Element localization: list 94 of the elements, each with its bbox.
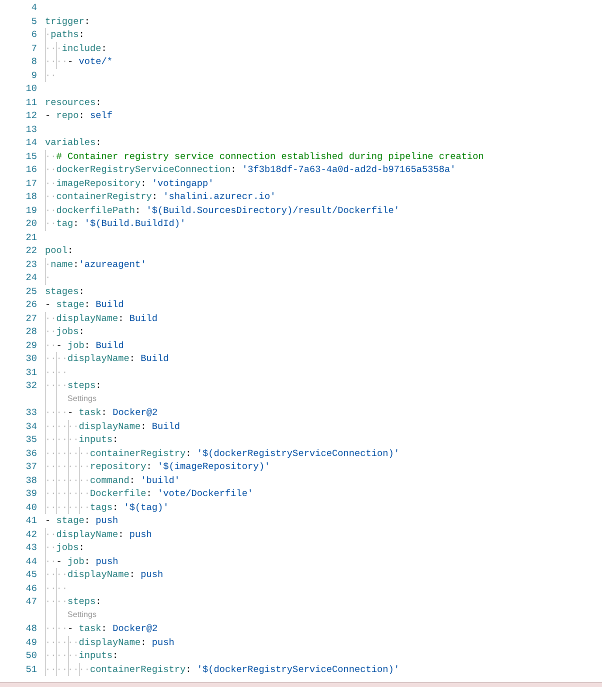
line-number: 40 — [24, 500, 37, 514]
line-number: 49 — [24, 636, 37, 649]
line-number: 17 — [24, 176, 37, 190]
line-number: 20 — [24, 217, 37, 230]
code-line: ··displayName: Build — [45, 312, 158, 325]
code-line: ··- job: push — [45, 554, 118, 568]
line-number: 51 — [24, 662, 37, 676]
line-number: 33 — [24, 406, 37, 420]
line-number: 12 — [24, 109, 37, 122]
line-number: 27 — [24, 312, 37, 325]
line-number: 23 — [24, 258, 37, 271]
line-number: 46 — [24, 582, 37, 595]
line-number: 5 — [30, 14, 37, 28]
code-line: ···· — [45, 366, 68, 379]
code-line: ····- task: Docker@2 — [45, 622, 158, 636]
line-number: 50 — [24, 649, 37, 662]
code-line: ····steps: — [45, 595, 102, 608]
line-number: 26 — [24, 298, 37, 312]
code-line: ····displayName: Build — [45, 352, 169, 366]
line-number: 47 — [24, 595, 37, 608]
line-number: 48 — [24, 622, 37, 636]
code-line: resources: — [45, 96, 102, 109]
line-number: 9 — [30, 68, 37, 82]
settings-link[interactable]: Settings — [68, 394, 96, 404]
line-number: 32 — [24, 379, 37, 392]
code-line: · — [45, 271, 51, 284]
line-number: 11 — [24, 96, 37, 109]
code-line: ······displayName: push — [45, 636, 174, 649]
code-line: ····displayName: push — [45, 568, 164, 582]
code-line: ··jobs: — [45, 541, 84, 554]
line-number: 45 — [24, 568, 37, 582]
line-number: 44 — [24, 554, 37, 568]
code-line: ·name:'azureagent' — [45, 258, 146, 271]
line-number: 30 — [24, 352, 37, 366]
line-number: 41 — [24, 514, 37, 528]
code-line: ··dockerRegistryServiceConnection: '3f3b18df-7a63-4a0d-ad2d-b97165a5358a' — [45, 163, 456, 176]
code-line: - stage: push — [45, 514, 118, 528]
code-line: ········Dockerfile: 'vote/Dockerfile' — [45, 487, 254, 500]
line-number: 43 — [24, 541, 37, 554]
line-number: 31 — [24, 366, 37, 379]
code-line: ····- task: Docker@2 — [45, 406, 158, 420]
code-line: ······inputs: — [45, 649, 118, 662]
settings-link[interactable]: Settings — [68, 610, 96, 620]
line-number: 18 — [24, 190, 37, 204]
line-number: 42 — [24, 528, 37, 541]
code-line: ········containerRegistry: '$(dockerRegistryServiceConnection)' — [45, 446, 400, 460]
line-number: 28 — [24, 325, 37, 338]
code-line: ··containerRegistry: 'shalini.azurecr.io' — [45, 190, 276, 204]
line-number: 6 — [30, 28, 37, 42]
line-number: 15 — [24, 150, 37, 163]
code-line: trigger: — [45, 14, 90, 28]
code-line: ·· — [45, 68, 56, 82]
code-line: ··# Container registry service connection established during pipeline creation — [45, 150, 484, 163]
line-number: 39 — [24, 487, 37, 500]
code-line: ··jobs: — [45, 325, 84, 338]
line-number: 34 — [24, 420, 37, 433]
line-number: 7 — [30, 42, 37, 55]
line-number: 38 — [24, 474, 37, 487]
line-number: 37 — [24, 460, 37, 474]
code-line: ······displayName: Build — [45, 420, 180, 433]
line-number: 19 — [24, 204, 37, 217]
code-line: pool: — [45, 244, 74, 258]
code-line: ········repository: '$(imageRepository)' — [45, 460, 270, 474]
line-number: 13 — [24, 122, 37, 136]
line-number: 16 — [24, 163, 37, 176]
code-line: ···include: — [45, 42, 107, 55]
code-line: ·paths: — [45, 28, 84, 42]
line-number: 36 — [24, 446, 37, 460]
line-number: 24 — [24, 271, 37, 284]
line-number: 29 — [24, 338, 37, 352]
code-line: ··- job: Build — [45, 338, 124, 352]
code-line: ··displayName: push — [45, 528, 152, 541]
code-line: ··imageRepository: 'votingapp' — [45, 176, 214, 190]
line-number: 4 — [30, 1, 37, 14]
code-line: ········tags: '$(tag)' — [45, 500, 169, 514]
code-line: stages: — [45, 284, 84, 298]
code-line: - stage: Build — [45, 298, 124, 312]
line-number: 21 — [24, 230, 37, 244]
line-number: 35 — [24, 433, 37, 446]
line-number: 10 — [24, 82, 37, 96]
line-number: 22 — [24, 244, 37, 258]
code-line: ··tag: '$(Build.BuildId)' — [45, 217, 186, 230]
code-line: variables: — [45, 136, 102, 150]
code-line: - repo: self — [45, 109, 113, 122]
code-line: ········command: 'build' — [45, 474, 180, 487]
line-number: 8 — [30, 55, 37, 68]
line-number: 14 — [24, 136, 37, 150]
code-line: ········containerRegistry: '$(dockerRegistryServiceConnection)' — [45, 662, 400, 676]
code-line: ····steps: — [45, 379, 102, 392]
code-line: ····- vote/* — [45, 55, 113, 68]
code-line: ··dockerfilePath: '$(Build.SourcesDirectory)/result/Dockerfile' — [45, 204, 400, 217]
line-number: 25 — [24, 284, 37, 298]
code-line: ···· — [45, 582, 68, 595]
code-line: ······inputs: — [45, 433, 118, 446]
